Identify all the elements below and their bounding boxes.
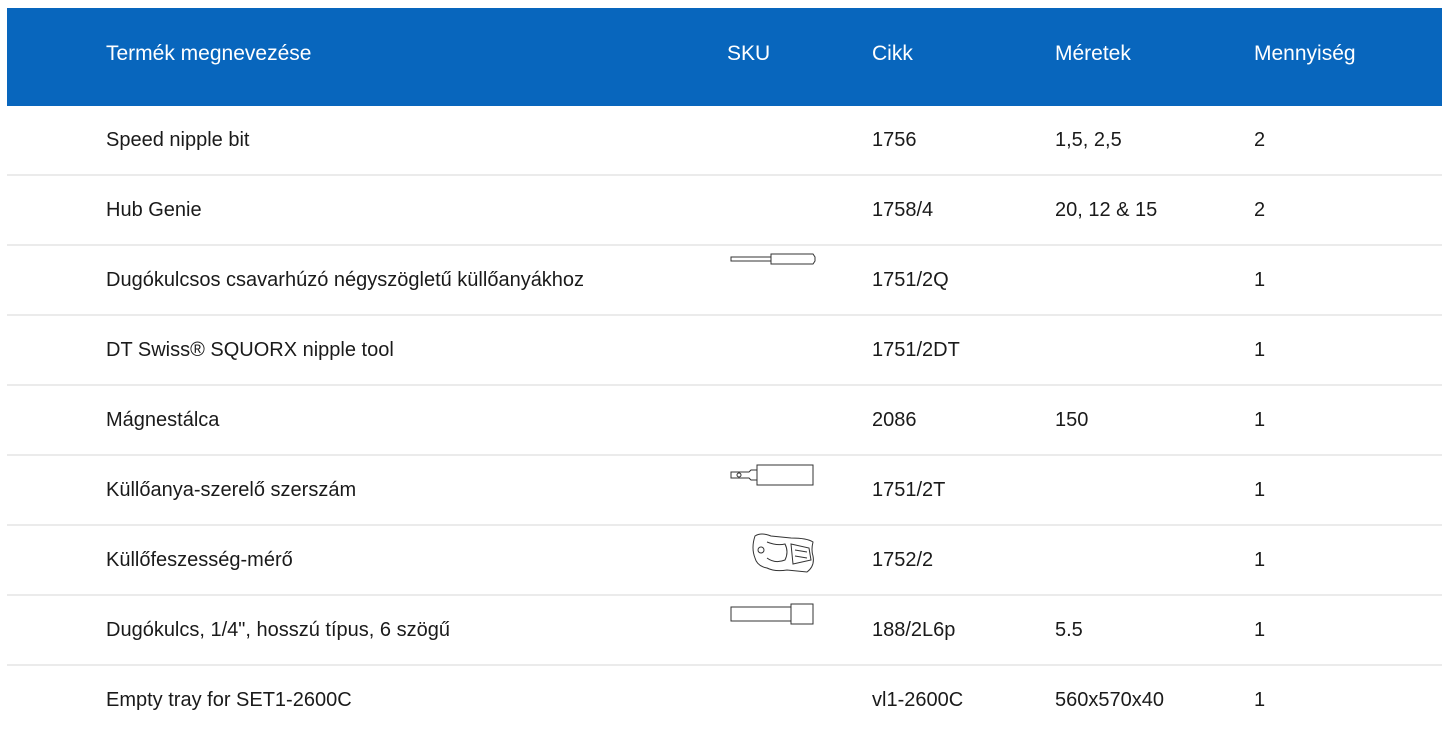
table-row: Hub Genie 1758/4 20, 12 & 15 2 — [7, 176, 1442, 246]
header-name: Termék megnevezése — [106, 42, 312, 65]
screwdriver-icon — [730, 253, 816, 265]
table-row: Dugókulcsos csavarhúzó négyszögletű küll… — [7, 246, 1442, 316]
product-qty: 1 — [1254, 339, 1266, 361]
product-qty: 2 — [1254, 129, 1266, 151]
product-cikk: 1751/2T — [872, 479, 946, 501]
product-cikk: 1758/4 — [872, 199, 934, 221]
table-row: Speed nipple bit 1756 1,5, 2,5 2 — [7, 106, 1442, 176]
product-cikk: 1751/2DT — [872, 339, 960, 361]
product-name: DT Swiss® SQUORX nipple tool — [106, 339, 394, 361]
sku-cell — [727, 530, 817, 573]
product-name: Dugókulcs, 1/4", hosszú típus, 6 szögű — [106, 619, 450, 641]
product-size: 150 — [1055, 409, 1089, 431]
sku-cell — [727, 252, 817, 292]
product-qty: 1 — [1254, 269, 1266, 291]
product-name: Küllőanya-szerelő szerszám — [106, 479, 357, 501]
product-qty: 1 — [1254, 689, 1266, 711]
sku-cell — [727, 602, 817, 642]
product-table: Termék megnevezése SKU Cikk Méretek Menn… — [7, 8, 1442, 736]
product-cikk: 1751/2Q — [872, 269, 949, 291]
header-size: Méretek — [1055, 42, 1131, 65]
product-name: Dugókulcsos csavarhúzó négyszögletű küll… — [106, 269, 585, 291]
product-qty: 1 — [1254, 409, 1266, 431]
table-row: Küllőanya-szerelő szerszám 1751/2T 1 — [7, 456, 1442, 526]
product-qty: 2 — [1254, 199, 1266, 221]
product-qty: 1 — [1254, 549, 1266, 571]
product-name: Küllőfeszesség-mérő — [106, 549, 293, 571]
product-size: 20, 12 & 15 — [1055, 199, 1158, 221]
header-sku: SKU — [727, 42, 771, 65]
sku-cell — [727, 462, 817, 502]
table-row: DT Swiss® SQUORX nipple tool 1751/2DT 1 — [7, 316, 1442, 386]
header-cikk: Cikk — [872, 42, 913, 65]
product-qty: 1 — [1254, 479, 1266, 501]
product-name: Mágnestálca — [106, 409, 220, 431]
table-row: Dugókulcs, 1/4", hosszú típus, 6 szögű 1… — [7, 596, 1442, 666]
nipple-driver-icon — [730, 464, 814, 486]
product-size: 1,5, 2,5 — [1055, 129, 1122, 151]
product-cikk: 1752/2 — [872, 549, 934, 571]
table-row: Mágnestálca 2086 150 1 — [7, 386, 1442, 456]
product-name: Empty tray for SET1-2600C — [106, 689, 352, 711]
product-size: 5.5 — [1055, 619, 1083, 641]
table-row: Küllőfeszesség-mérő 1752/2 1 — [7, 526, 1442, 596]
table-header: Termék megnevezése SKU Cikk Méretek Menn… — [7, 8, 1442, 106]
product-cikk: vl1-2600C — [872, 689, 964, 711]
table-row: Empty tray for SET1-2600C vl1-2600C 560x… — [7, 666, 1442, 736]
product-cikk: 188/2L6p — [872, 619, 956, 641]
product-name: Speed nipple bit — [106, 129, 250, 151]
product-cikk: 2086 — [872, 409, 917, 431]
tension-meter-icon — [752, 533, 814, 573]
socket-icon — [730, 603, 814, 625]
product-qty: 1 — [1254, 619, 1266, 641]
product-cikk: 1756 — [872, 129, 917, 151]
header-qty: Mennyiség — [1254, 42, 1356, 65]
product-size: 560x570x40 — [1055, 689, 1164, 711]
product-name: Hub Genie — [106, 199, 202, 221]
